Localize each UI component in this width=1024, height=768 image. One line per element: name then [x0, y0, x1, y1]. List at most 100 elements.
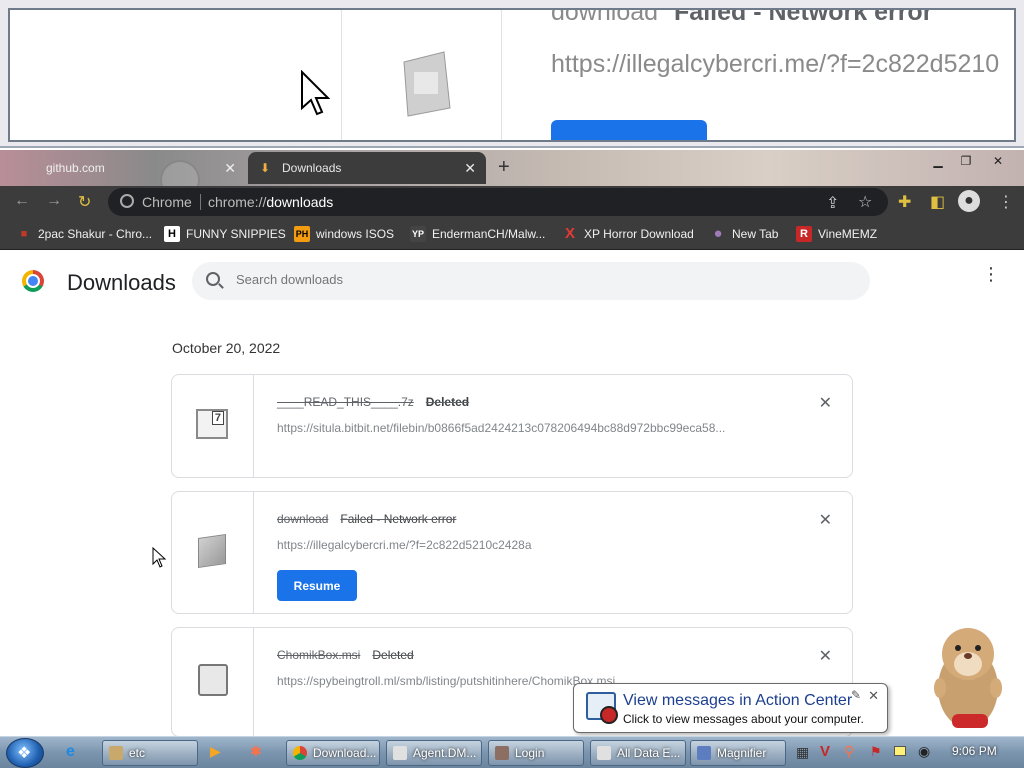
tray-flag-icon[interactable]: ⚑ [870, 744, 882, 760]
tab-close-icon[interactable]: ✕ [224, 160, 236, 177]
bookmark-item[interactable]: ● New Tab [710, 226, 778, 242]
taskbar-item-etc[interactable]: etc [102, 740, 198, 766]
bookmark-item[interactable]: H FUNNY SNIPPIES [164, 226, 286, 242]
search-input[interactable] [236, 272, 836, 287]
tab-github[interactable]: github.com ✕ [10, 152, 246, 184]
tab-close-icon[interactable]: ✕ [464, 160, 476, 177]
tray-app-icon[interactable]: ▦ [796, 744, 809, 761]
menu-icon[interactable]: ⋮ [998, 192, 1014, 212]
wrench-icon[interactable]: ✎ [851, 688, 861, 702]
file-url[interactable]: https://illegalcybercri.me/?f=2c822d5210… [277, 538, 532, 552]
internet-explorer-icon[interactable]: e [66, 743, 75, 761]
mouse-cursor-icon [152, 547, 167, 568]
taskbar-item-magnifier[interactable]: Magnifier [690, 740, 786, 766]
downloads-page: Downloads ⋮ October 20, 2022 7 ____READ_… [0, 250, 1024, 736]
file-name[interactable]: ChomikBox.msi Deleted [277, 648, 414, 662]
search-bar[interactable] [192, 262, 870, 300]
action-center-flag-icon [586, 692, 618, 724]
taskbar-clock[interactable]: 9:06 PM [952, 744, 997, 758]
installer-file-icon [198, 664, 228, 696]
ph-icon: PH [294, 226, 310, 242]
bookmarks-bar: ■ 2pac Shakur - Chro... H FUNNY SNIPPIES P… [0, 218, 1024, 250]
bookmark-item[interactable]: ■ 2pac Shakur - Chro... [16, 226, 152, 242]
taskbar: e etc ▶ ✱ Download... Agent.DM... Login … [0, 736, 1024, 768]
file-name[interactable]: download Failed - Network error [277, 512, 456, 526]
user-icon [495, 746, 509, 760]
new-tab-button[interactable]: + [498, 156, 510, 179]
resume-button[interactable]: Resume [277, 570, 357, 601]
file-thumbnail: 7 [172, 375, 254, 477]
tab-label: github.com [46, 161, 105, 175]
remove-download-icon[interactable]: ✕ [819, 510, 832, 530]
magnifier-icon [697, 746, 711, 760]
window-icon [393, 746, 407, 760]
file-url[interactable]: https://situla.bitbit.net/filebin/b0866f… [277, 421, 725, 435]
download-status: Deleted [372, 648, 414, 662]
exe-file-icon [403, 51, 451, 117]
remove-download-icon[interactable]: ✕ [819, 646, 832, 666]
tray-battery-icon[interactable] [894, 746, 906, 756]
notification-close-icon[interactable]: ✕ [868, 688, 879, 704]
file-url[interactable]: https://spybeingtroll.ml/smb/listing/put… [277, 674, 615, 688]
bookmark-item[interactable]: X XP Horror Download [562, 226, 694, 242]
taskbar-item-downloads[interactable]: Download... [286, 740, 380, 766]
notification-title: View messages in Action Center [623, 692, 853, 709]
address-bar[interactable]: Chrome chrome://downloads ⇪ ☆ [108, 188, 888, 216]
magnifier-resume-button [551, 120, 707, 140]
file-name[interactable]: ____READ_THIS____.7z Deleted [277, 395, 469, 409]
restore-icon[interactable]: ❐ [956, 154, 976, 168]
remove-download-icon[interactable]: ✕ [819, 393, 832, 413]
close-window-icon[interactable]: ✕ [988, 154, 1008, 168]
tab-downloads[interactable]: ⬇ Downloads ✕ [248, 152, 486, 184]
bookmark-star-icon[interactable]: ☆ [858, 192, 872, 212]
tray-search-icon[interactable]: ⚲ [844, 743, 854, 760]
tray-volume-icon[interactable]: ◉ [918, 743, 930, 760]
media-player-icon[interactable]: ▶ [210, 743, 221, 760]
download-item: download Failed - Network error https://i… [171, 491, 853, 614]
magnifier-text-pane: download Failed - Network error https://i… [503, 8, 1014, 140]
download-status: Deleted [425, 395, 470, 409]
more-menu-icon[interactable]: ⋮ [982, 265, 1000, 283]
yp-icon: YP [410, 226, 426, 242]
start-button[interactable] [6, 738, 44, 768]
search-icon [206, 272, 220, 286]
bookmark-item[interactable]: R VineMEMZ [796, 226, 877, 242]
chrome-icon [293, 746, 307, 760]
notification-text: Click to view messages about your comput… [623, 712, 864, 726]
taskbar-item-all-data[interactable]: All Data E... [590, 740, 686, 766]
date-header: October 20, 2022 [172, 340, 281, 356]
bookmark-item[interactable]: PH windows ISOS [294, 226, 394, 242]
taskbar-item-login[interactable]: Login [488, 740, 584, 766]
magnifier-url: https://illegalcybercri.me/?f=2c822d5210 [551, 50, 1000, 78]
folder-icon [109, 746, 123, 760]
reload-icon[interactable]: ↻ [78, 192, 91, 212]
file-thumbnail [172, 628, 254, 736]
browser-toolbar: ← → ↻ Chrome chrome://downloads ⇪ ☆ ✚ ◧ … [0, 186, 1024, 218]
x-icon: X [564, 225, 575, 242]
app-icon[interactable]: ✱ [250, 743, 262, 760]
side-panel-icon[interactable]: ◧ [930, 192, 945, 212]
hamster-mascot-icon [934, 628, 1002, 728]
action-center-notification[interactable]: View messages in Action Center Click to … [573, 683, 888, 733]
taskbar-item-agent[interactable]: Agent.DM... [386, 740, 482, 766]
download-item: 7 ____READ_THIS____.7z Deleted https://si… [171, 374, 853, 478]
exe-file-icon [198, 534, 226, 568]
address-url: chrome://downloads [208, 194, 334, 210]
download-icon: ⬇ [260, 161, 271, 175]
magnifier-window: download Failed - Network error https://i… [0, 0, 1024, 148]
bookmark-item[interactable]: YP EndermanCH/Malw... [410, 226, 545, 242]
globe-icon: ● [713, 225, 723, 242]
browser-titlebar: github.com ✕ ⬇ Downloads ✕ + ▁ ❐ ✕ [0, 150, 1024, 186]
address-separator [200, 194, 201, 210]
magnifier-thumb-pane [342, 10, 502, 140]
profile-avatar[interactable]: ● [958, 190, 980, 212]
share-icon[interactable]: ⇪ [826, 193, 839, 213]
forward-icon[interactable]: → [46, 192, 62, 210]
extensions-icon[interactable]: ✚ [898, 192, 911, 212]
minimize-icon[interactable]: ▁ [928, 154, 948, 168]
window-icon [597, 746, 611, 760]
briefcase-icon: ■ [20, 228, 28, 240]
tray-v-icon[interactable]: V [820, 743, 830, 760]
back-icon[interactable]: ← [14, 192, 30, 210]
magnifier-title: download Failed - Network error [551, 8, 933, 26]
